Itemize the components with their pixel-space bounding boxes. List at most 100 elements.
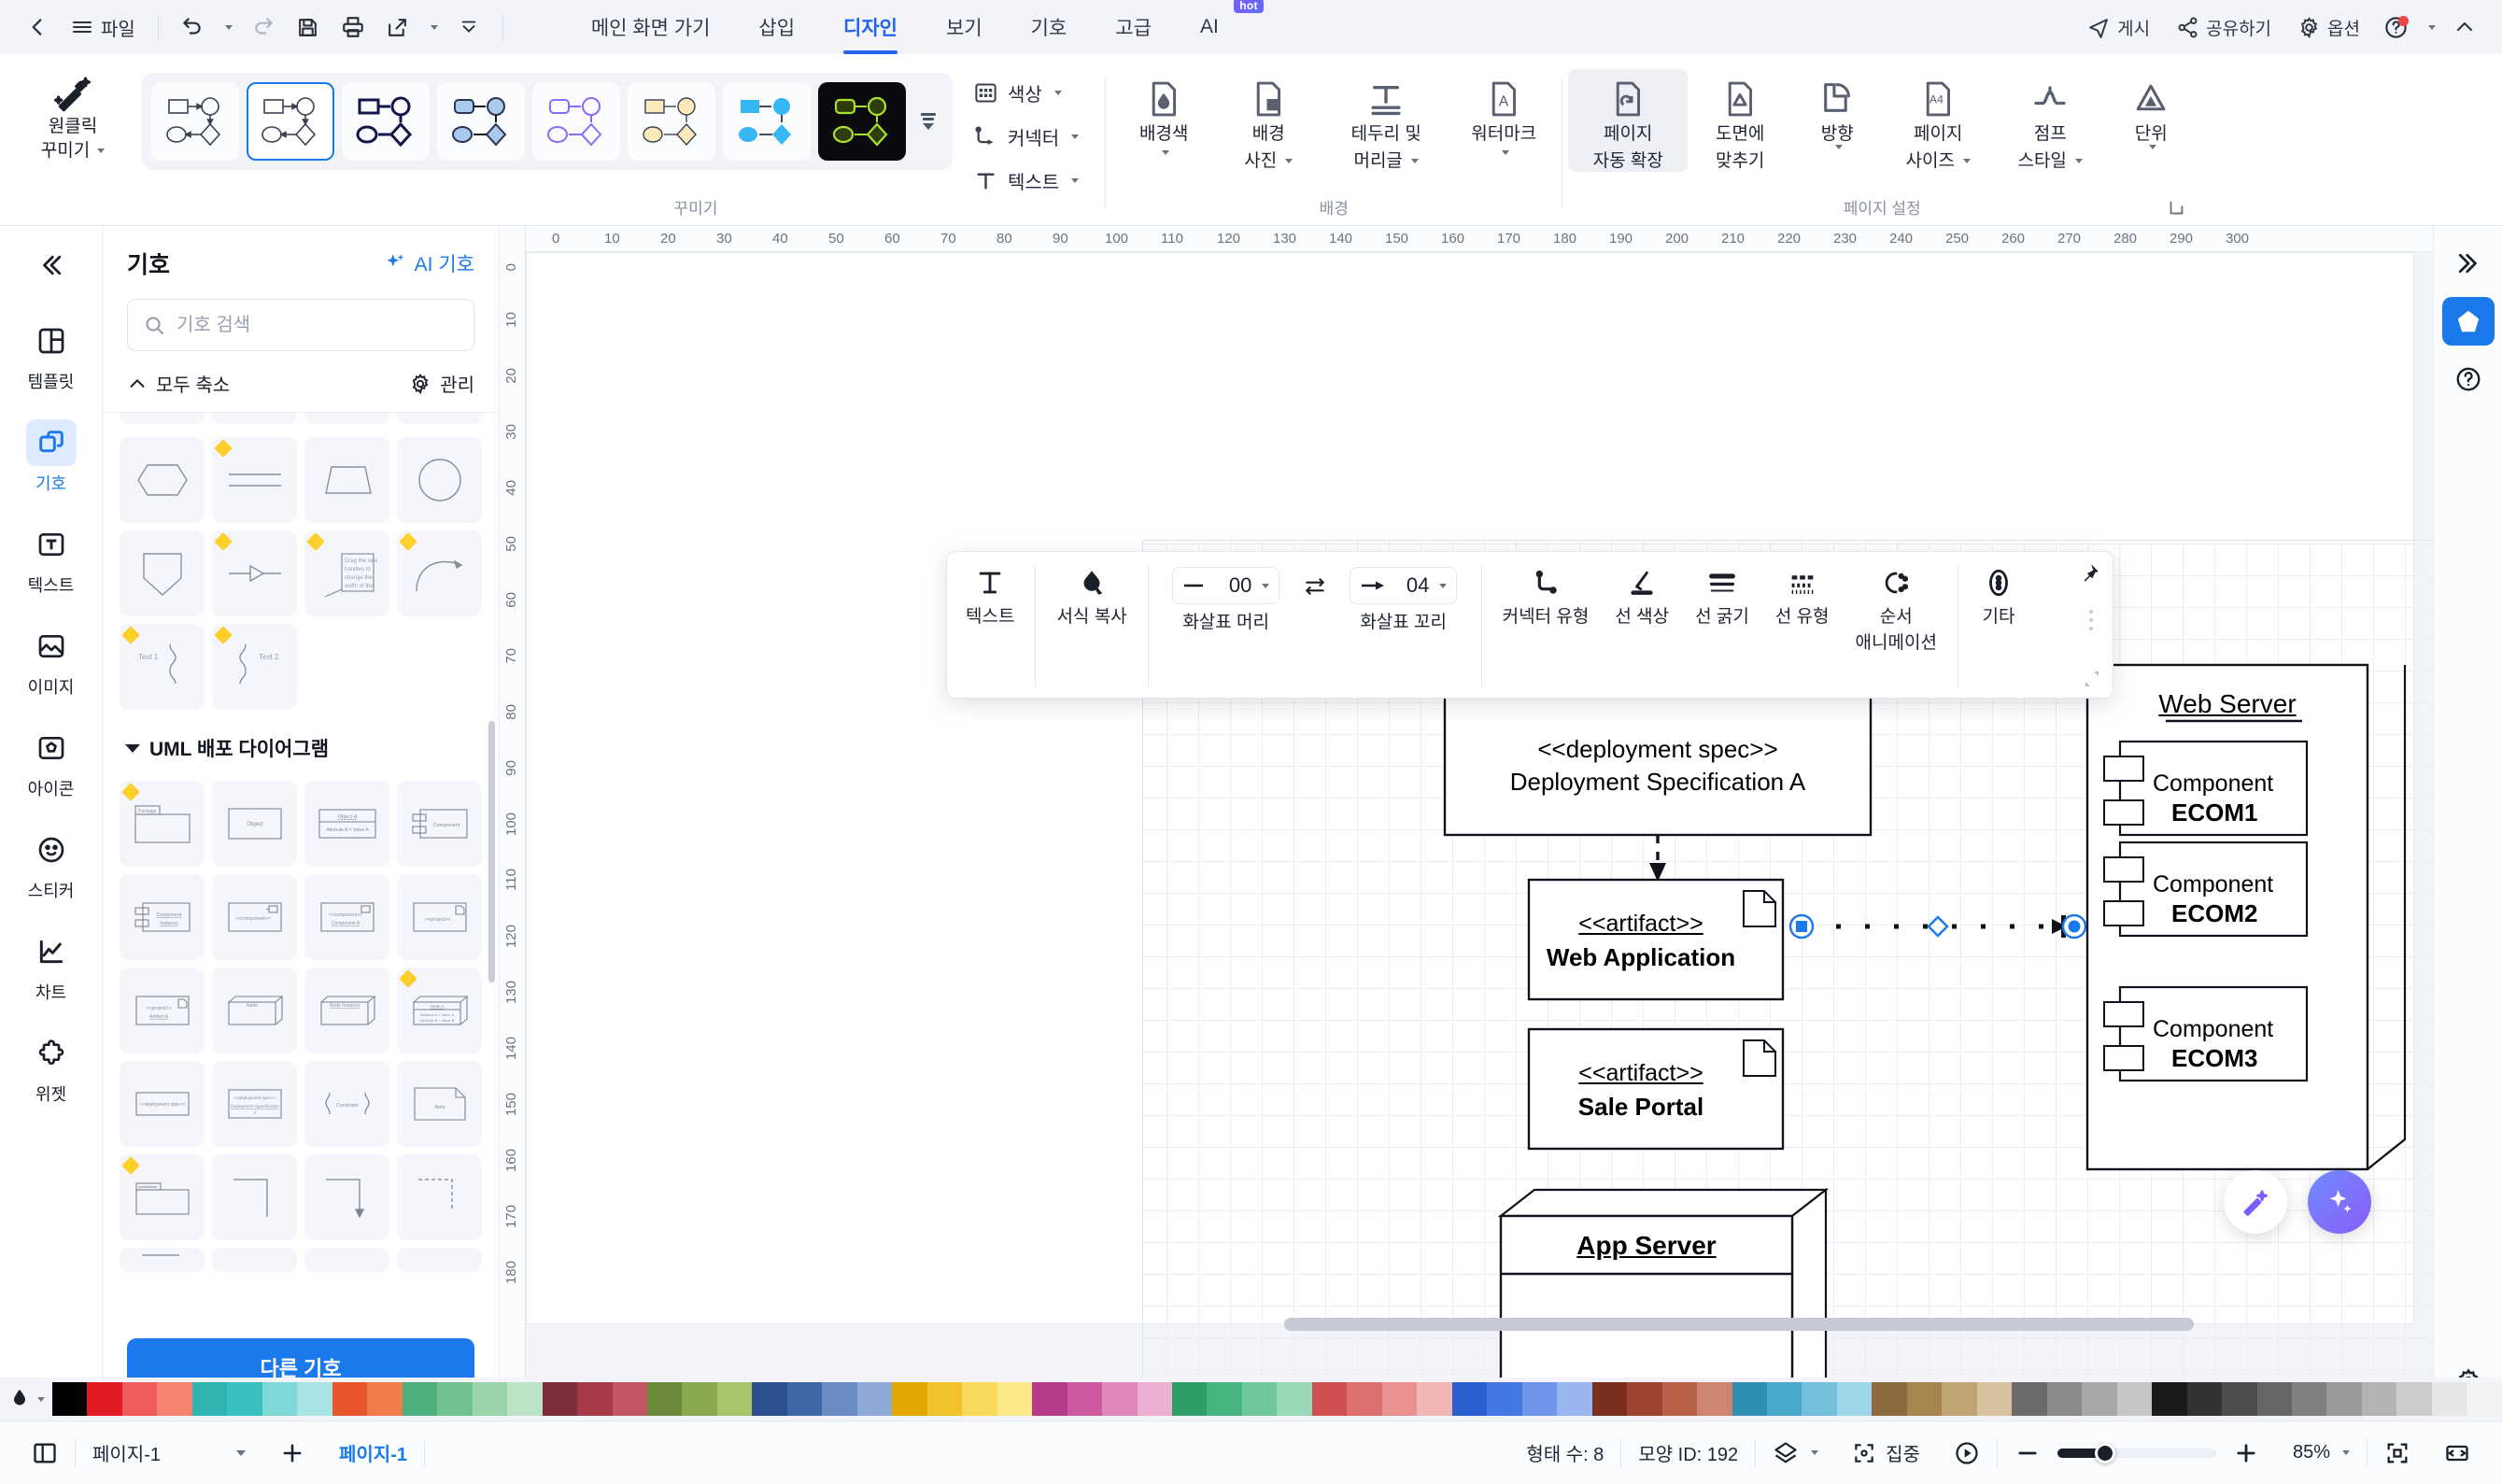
color-swatch[interactable] [1487,1382,1522,1416]
tab-advanced[interactable]: 고급 [1091,0,1176,54]
line-style-button[interactable]: 선 유형 [1762,561,1843,690]
color-swatch[interactable] [1976,1382,2013,1416]
color-swatch[interactable] [2046,1382,2083,1416]
color-swatch[interactable] [1311,1382,1348,1416]
symbol-cell-package[interactable]: Package [120,781,205,867]
page-auto-expand-button[interactable]: 페이지 자동 확장 [1568,69,1689,173]
toolbar-resize-handle[interactable] [2083,670,2101,688]
color-swatch[interactable] [2361,1382,2397,1416]
symbol-cell-arrow-line[interactable] [212,530,297,616]
jump-style-button[interactable]: 점프 스타일 [1994,69,2106,172]
color-swatch[interactable] [752,1382,787,1416]
symbol-cell-cut-corner[interactable] [304,437,389,523]
undo-icon[interactable] [172,8,213,46]
line-color-button[interactable]: 선 색상 [1602,561,1682,690]
uml-section-header[interactable]: UML 배포 다이어그램 [120,710,482,775]
page-panel-toggle[interactable] [15,1432,75,1475]
zoom-slider[interactable] [2057,1442,2216,1463]
symbol-cell-extra[interactable] [304,1248,389,1272]
color-swatch[interactable] [1872,1382,1907,1416]
canvas-horizontal-scrollbar[interactable] [1284,1318,2194,1331]
connector-type-button[interactable]: 커넥터 유형 [1490,561,1603,690]
color-swatch[interactable] [1172,1382,1208,1416]
help-icon[interactable] [2375,8,2416,46]
undo-dropdown-icon[interactable] [217,8,239,46]
ai-magic-button[interactable] [2224,1170,2287,1234]
color-swatch[interactable] [2152,1382,2187,1416]
color-picker-button[interactable] [0,1387,52,1411]
chevron-down-icon[interactable] [1501,150,1509,156]
color-swatch[interactable] [786,1382,823,1416]
color-swatch[interactable] [2186,1382,2223,1416]
color-swatch[interactable] [262,1382,298,1416]
color-swatch[interactable] [2467,1382,2502,1416]
symbol-panel-scrollbar[interactable] [488,721,495,982]
symbol-cell-note[interactable]: Note [397,1061,482,1147]
symbol-cell-node[interactable]: Node [212,968,297,1053]
color-swatch[interactable] [2082,1382,2117,1416]
symbol-cell-extra[interactable] [212,1248,297,1272]
symbol-cell-lines[interactable] [212,437,297,523]
manage-symbols-button[interactable]: 관리 [409,370,474,397]
color-swatch[interactable] [507,1382,543,1416]
color-swatch-row[interactable] [52,1382,2502,1416]
symbol-cell-deployment-spec[interactable]: <<deployment spec>> [120,1061,205,1147]
style-card-navy[interactable] [342,82,430,161]
background-color-button[interactable]: 배경색 [1111,69,1216,156]
more-quick-actions-icon[interactable] [448,8,489,46]
chevron-down-icon[interactable] [2148,145,2156,150]
help-panel-button[interactable] [2442,355,2495,403]
tab-insert[interactable]: 삽입 [734,0,819,54]
color-swatch[interactable] [962,1382,997,1416]
page-select-dropdown[interactable]: 페이지-1 [76,1432,262,1475]
color-swatch[interactable] [437,1382,473,1416]
symbol-list-scroll[interactable]: Drag the side handles to change the width o… [103,413,499,1321]
symbol-cell-circle[interactable] [397,437,482,523]
format-painter-button[interactable]: 서식 복사 [1043,561,1139,690]
color-swatch[interactable] [1906,1382,1943,1416]
watermark-button[interactable]: A 워터마크 [1451,69,1556,156]
orientation-button[interactable]: 방향 [1792,69,1882,150]
fit-to-drawing-button[interactable]: 도면에 맞추기 [1688,69,1792,172]
color-swatch[interactable] [2116,1382,2153,1416]
share-button[interactable]: 공유하기 [2165,8,2283,46]
color-swatch[interactable] [2431,1382,2467,1416]
color-swatch[interactable] [646,1382,683,1416]
sidebar-item-widget[interactable]: 위젯 [7,1019,96,1117]
color-swatch[interactable] [1661,1382,1698,1416]
tab-view[interactable]: 보기 [922,0,1007,54]
color-swatch[interactable] [52,1382,88,1416]
color-swatch[interactable] [822,1382,857,1416]
arrow-head-button[interactable]: 00 화살표 머리 [1156,561,1296,690]
text-button[interactable]: 텍스트 [968,164,1084,197]
tab-symbol[interactable]: 기호 [1007,0,1092,54]
color-button[interactable]: 색상 [968,77,1084,109]
sidebar-item-symbol[interactable]: 기호 [7,408,96,506]
chevron-down-icon[interactable] [1410,159,1419,164]
chevron-down-icon[interactable] [236,1449,246,1456]
color-swatch[interactable] [1802,1382,1837,1416]
ai-assistant-button[interactable] [2308,1170,2371,1234]
canvas-area[interactable]: 00 1020 3040 5060 7080 90100 110120 1301… [500,226,2502,1420]
color-swatch[interactable] [2396,1382,2432,1416]
focus-mode-button[interactable]: 집중 [1835,1432,1937,1475]
back-icon[interactable] [17,8,58,46]
color-swatch[interactable] [2326,1382,2362,1416]
unit-button[interactable]: 단위 [2106,69,2196,150]
oneclick-decorate-button[interactable]: 원클릭 꾸미기 [11,60,134,163]
color-swatch[interactable] [1732,1382,1767,1416]
toolbar-drag-handle[interactable] [2089,610,2093,630]
color-swatch[interactable] [402,1382,438,1416]
color-swatch[interactable] [1347,1382,1382,1416]
symbol-cell-brace-right[interactable]: Text 2 [212,624,297,710]
color-swatch[interactable] [472,1382,508,1416]
color-swatch[interactable] [612,1382,647,1416]
color-swatch[interactable] [297,1382,332,1416]
symbol-cell-pentagon-down[interactable] [120,530,205,616]
fit-width-button[interactable] [2427,1432,2487,1475]
color-swatch[interactable] [1032,1382,1067,1416]
symbol-cell-arc[interactable] [397,530,482,616]
color-swatch[interactable] [892,1382,927,1416]
color-swatch[interactable] [157,1382,192,1416]
color-swatch[interactable] [1627,1382,1662,1416]
